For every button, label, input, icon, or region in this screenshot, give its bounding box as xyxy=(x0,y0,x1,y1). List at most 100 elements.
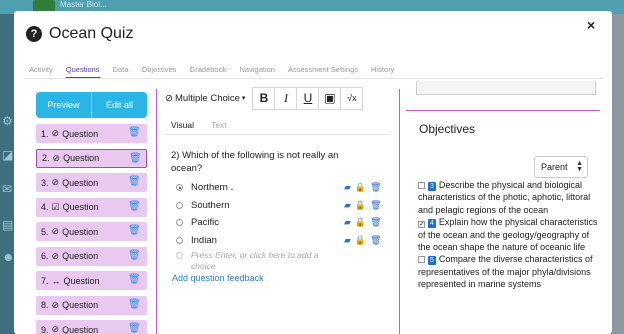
question-label: Question xyxy=(62,251,99,261)
objective-item: ✓ 4 Explain how the physical characteristi… xyxy=(418,216,598,253)
editor-toolbar: ⊘ Multiple Choice ▾ B I U ▣ √x xyxy=(165,86,364,110)
bold-button[interactable]: B xyxy=(252,86,276,110)
question-item[interactable]: 3. ⊘ Question 🗑 xyxy=(36,173,147,192)
image-icon[interactable]: ▣ xyxy=(318,86,342,110)
question-type-select[interactable]: ⊘ Multiple Choice ▾ xyxy=(165,93,245,104)
trash-icon[interactable]: 🗑 xyxy=(370,200,381,211)
objective-item: 5 Compare the diverse characteristics of … xyxy=(418,253,598,290)
tab-gradebook[interactable]: Gradebook xyxy=(189,65,226,78)
trash-icon[interactable]: 🗑 xyxy=(370,235,381,246)
question-list: 1. ⊘ Question 🗑 2. ⊘ Question 🗑 3. ⊘ Que… xyxy=(36,124,147,334)
quiz-modal: ? Ocean Quiz × Activity Questions Data O… xyxy=(14,11,612,334)
tab-activity[interactable]: Activity xyxy=(29,65,53,78)
check-circle-icon: ⊘ xyxy=(165,92,173,104)
objectives-title: Objectives xyxy=(419,122,476,136)
question-item[interactable]: 5. ⊘ Question 🗑 xyxy=(36,222,147,241)
trash-icon[interactable]: 🗑 xyxy=(128,250,141,261)
close-icon[interactable]: × xyxy=(587,17,595,33)
trash-icon[interactable]: 🗑 xyxy=(370,217,381,228)
parent-select[interactable]: Parent ▲ ▼ xyxy=(534,156,588,178)
tab-visual[interactable]: Visual xyxy=(171,120,194,130)
trash-icon[interactable]: 🗑 xyxy=(128,323,141,334)
tab-text[interactable]: Text xyxy=(211,120,227,130)
tab-data[interactable]: Data xyxy=(113,65,129,78)
editor-divider xyxy=(166,134,391,135)
question-label: Question xyxy=(63,275,100,286)
edit-all-button[interactable]: Edit all xyxy=(91,92,147,118)
question-item[interactable]: 6. ⊘ Question 🗑 xyxy=(36,246,147,266)
answer-radio[interactable] xyxy=(176,184,183,192)
tab-assessment-settings[interactable]: Assessment Settings xyxy=(288,65,358,78)
answer-text[interactable]: Northern . xyxy=(191,182,233,193)
question-label: Question xyxy=(62,300,99,310)
trash-icon[interactable]: 🗑 xyxy=(370,182,381,193)
trash-icon[interactable]: 🗑 xyxy=(129,153,142,164)
caret-down-icon: ▾ xyxy=(241,95,246,102)
question-label: Question xyxy=(62,202,99,212)
question-label: Question xyxy=(62,177,99,188)
lock-icon[interactable]: 🔒 xyxy=(355,217,366,228)
objective-checkbox-checked[interactable]: ✓ xyxy=(418,221,425,229)
answer-choice[interactable]: Pacific ▰ 🔒 🗑 xyxy=(176,214,391,232)
question-number: 4. xyxy=(41,202,49,212)
check-circle-icon: ⊘ xyxy=(51,128,60,138)
question-item[interactable]: 1. ⊘ Question 🗑 xyxy=(36,124,147,143)
comment-icon[interactable]: ▰ xyxy=(344,217,351,228)
answer-text[interactable]: Southern xyxy=(191,200,230,211)
answer-choice[interactable]: Southern ▰ 🔒 🗑 xyxy=(176,197,391,215)
answer-radio[interactable] xyxy=(176,219,183,227)
lock-icon[interactable]: 🔒 xyxy=(355,235,366,246)
lock-icon[interactable]: 🔒 xyxy=(355,200,366,211)
formula-button[interactable]: √x xyxy=(340,86,364,110)
new-answer-placeholder[interactable]: Press Enter, or click here to add a choi… xyxy=(191,250,341,272)
italic-button[interactable]: I xyxy=(274,86,298,110)
objectives-list: 3 Describe the physical and biological ch… xyxy=(418,179,598,291)
help-icon[interactable]: ? xyxy=(26,26,42,42)
question-number: 6. xyxy=(41,251,49,261)
trash-icon[interactable]: 🗑 xyxy=(128,201,141,212)
question-label: Question xyxy=(62,128,99,139)
answer-radio[interactable] xyxy=(176,201,183,209)
preview-button[interactable]: Preview xyxy=(36,92,91,118)
lock-icon[interactable]: 🔒 xyxy=(355,182,366,193)
question-item[interactable]: 4. ☑ Question 🗑 xyxy=(36,197,147,217)
column-divider-right xyxy=(399,89,400,334)
objective-text: Explain how the physical characteristics… xyxy=(418,217,598,253)
check-circle-icon: ⊘ xyxy=(51,250,60,261)
objective-checkbox[interactable] xyxy=(418,182,425,189)
comment-icon[interactable]: ▰ xyxy=(344,182,351,193)
comment-icon[interactable]: ▰ xyxy=(344,235,351,246)
answer-radio[interactable] xyxy=(176,236,183,244)
trash-icon[interactable]: 🗑 xyxy=(128,127,141,138)
trash-icon[interactable]: 🗑 xyxy=(128,274,141,285)
tab-navigation[interactable]: Navigation xyxy=(240,65,275,78)
new-answer-row[interactable]: Press Enter, or click here to add a choi… xyxy=(176,250,391,272)
answer-text[interactable]: Pacific xyxy=(191,217,219,228)
check-circle-icon: ⊘ xyxy=(52,152,61,163)
app-name: Master Biol... xyxy=(60,0,107,9)
question-text[interactable]: 2) Which of the following is not really … xyxy=(171,149,371,175)
answer-text[interactable]: Indian xyxy=(191,235,217,246)
app-sidebar xyxy=(0,14,14,334)
question-item[interactable]: 8. ⊘ Question 🗑 xyxy=(36,295,147,315)
question-item-selected[interactable]: 2. ⊘ Question 🗑 xyxy=(36,148,147,168)
tab-questions[interactable]: Questions xyxy=(65,65,100,78)
trash-icon[interactable]: 🗑 xyxy=(128,176,141,187)
answer-choice[interactable]: Northern . ▰ 🔒 🗑 xyxy=(176,179,391,197)
answer-choice[interactable]: Indian ▰ 🔒 🗑 xyxy=(176,232,391,250)
matching-arrows-icon: ↔ xyxy=(51,275,61,286)
question-item[interactable]: 9. ⊘ Question 🗑 xyxy=(36,320,147,334)
answer-actions: ▰ 🔒 🗑 xyxy=(344,200,386,211)
underline-button[interactable]: U xyxy=(296,86,320,110)
tab-history[interactable]: History xyxy=(371,65,394,78)
question-type-label: Multiple Choice xyxy=(174,92,240,104)
trash-icon[interactable]: 🗑 xyxy=(128,299,141,310)
trash-icon[interactable]: 🗑 xyxy=(128,225,141,236)
objective-checkbox[interactable] xyxy=(418,256,425,264)
tab-objectives[interactable]: Objectives xyxy=(141,65,176,78)
add-feedback-link[interactable]: Add question feedback xyxy=(172,273,264,283)
question-item[interactable]: 7. ↔ Question 🗑 xyxy=(36,271,147,290)
modal-header: ? Ocean Quiz xyxy=(26,23,133,45)
answer-actions: ▰ 🔒 🗑 xyxy=(344,235,386,246)
comment-icon[interactable]: ▰ xyxy=(344,200,351,211)
